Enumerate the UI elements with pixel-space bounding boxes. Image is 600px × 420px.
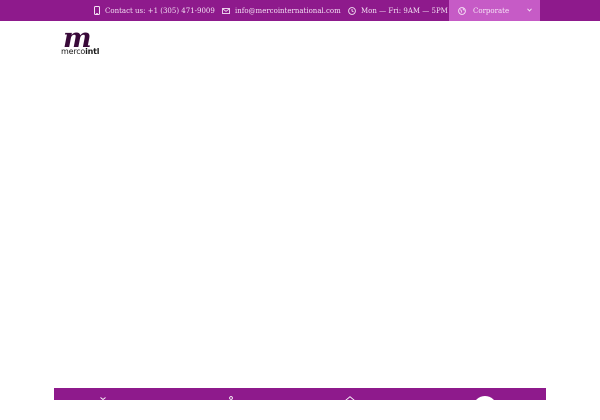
office-hours: Mon — Fri: 9AM — 5PM [348, 0, 448, 21]
logo-word-light: merco [61, 47, 86, 56]
chevron-down-icon[interactable] [527, 8, 532, 12]
bottom-nav-bar [54, 388, 546, 400]
nav-user-icon[interactable] [228, 396, 234, 400]
nav-home-icon[interactable] [345, 396, 355, 400]
contact-text: Contact us: +1 (305) 471-9009 [105, 6, 215, 15]
logo-wordmark: mercointl [61, 47, 100, 56]
site-logo[interactable]: m mercointl [61, 23, 100, 57]
region-selected-value: Corporate [473, 6, 510, 15]
mail-icon [222, 7, 230, 14]
phone-icon [94, 6, 100, 15]
hours-text: Mon — Fri: 9AM — 5PM [361, 6, 448, 15]
contact-email[interactable]: info@mercointernational.com [222, 0, 341, 21]
logo-mark: m [63, 23, 92, 54]
clock-icon [348, 6, 356, 15]
region-select[interactable]: Corporate [449, 0, 540, 21]
top-info-bar: Contact us: +1 (305) 471-9009 info@merco… [0, 0, 600, 21]
contact-phone[interactable]: Contact us: +1 (305) 471-9009 [94, 0, 215, 21]
globe-icon [458, 6, 466, 15]
email-text: info@mercointernational.com [235, 6, 341, 15]
logo-word-bold: intl [85, 47, 100, 56]
